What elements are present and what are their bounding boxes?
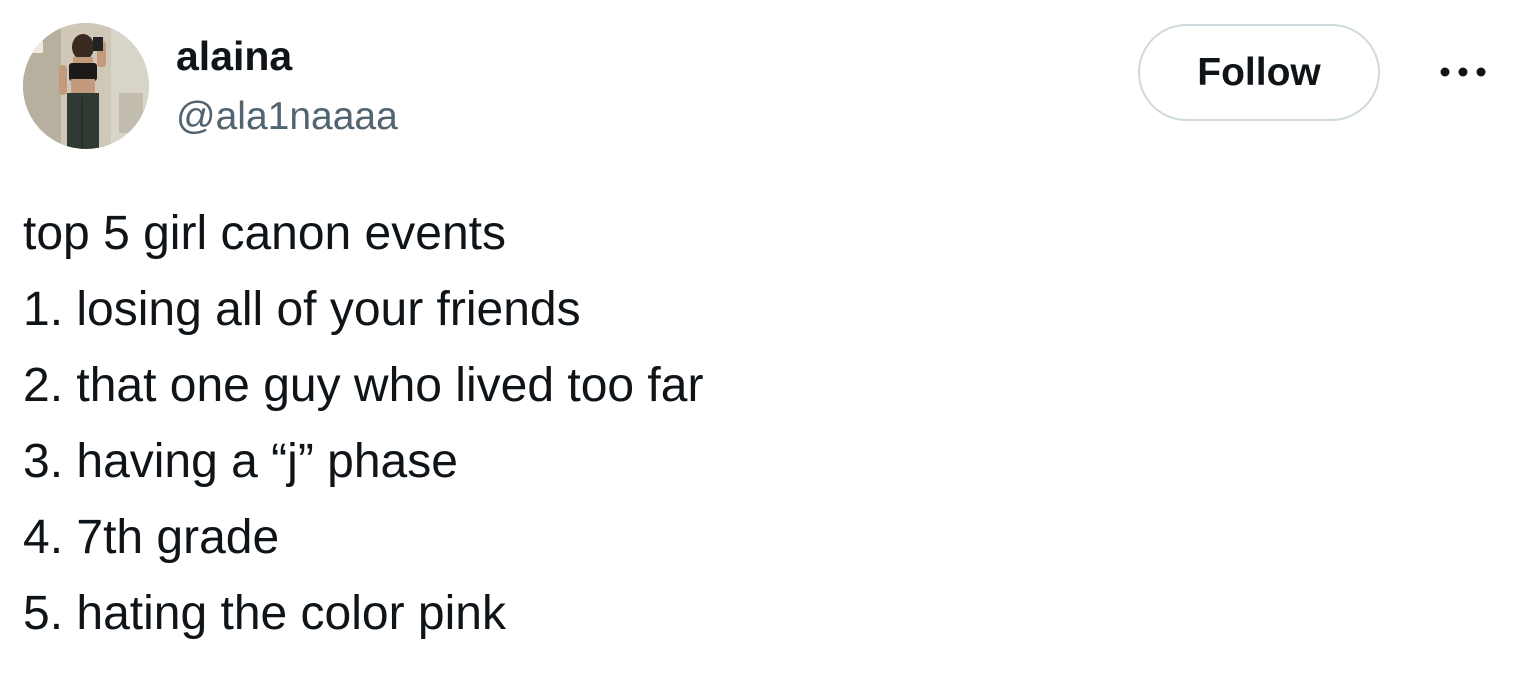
tweet-text-line: 1. losing all of your friends — [23, 283, 581, 336]
avatar[interactable] — [23, 23, 149, 149]
ellipsis-icon — [1440, 67, 1486, 77]
tweet-text-line: 5. hating the color pink — [23, 587, 506, 640]
tweet-text-line: 2. that one guy who lived too far — [23, 359, 704, 412]
tweet-text-line: 3. having a “j” phase — [23, 435, 458, 488]
avatar-photo-icon — [23, 23, 149, 149]
tweet-text: top 5 girl canon events 1. losing all of… — [23, 196, 1483, 652]
more-options-button[interactable] — [1432, 52, 1494, 92]
tweet-text-line: 4. 7th grade — [23, 511, 280, 564]
author-display-name[interactable]: alaina — [176, 30, 292, 82]
tweet-text-line: top 5 girl canon events — [23, 207, 506, 260]
author-handle[interactable]: @ala1naaaa — [176, 92, 398, 142]
tweet-card: alaina @ala1naaaa Follow top 5 girl cano… — [0, 0, 1515, 697]
follow-button[interactable]: Follow — [1138, 24, 1380, 121]
